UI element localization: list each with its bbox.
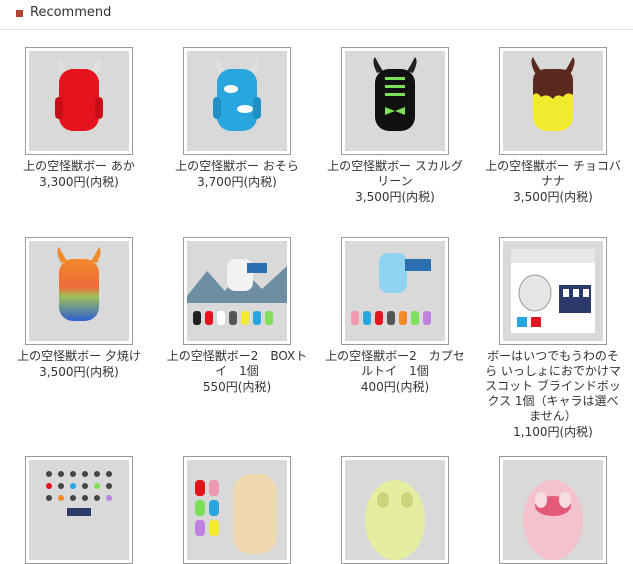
choco-banana-figure-icon	[531, 57, 575, 131]
header-square-icon	[16, 10, 23, 17]
product-image[interactable]	[341, 47, 449, 155]
product-image[interactable]	[341, 456, 449, 564]
product-price: 400円(内税)	[360, 380, 430, 394]
product-image[interactable]	[183, 237, 291, 345]
product-name[interactable]: 上の空怪獣ボー2 カプセルトイ 1個	[320, 349, 470, 379]
product-card[interactable]: 上の空怪獣ボー あか 3,300円(内税)	[4, 47, 154, 190]
product-price: 1,100円(内税)	[513, 425, 593, 439]
red-figure-icon	[55, 57, 103, 131]
product-price: 3,500円(内税)	[513, 190, 593, 204]
product-name[interactable]: 上の空怪獣ボー2 BOXトイ 1個	[162, 349, 312, 379]
product-card[interactable]	[162, 456, 312, 564]
product-image[interactable]	[25, 456, 133, 564]
product-card[interactable]: 上の空怪獣ボー 夕焼け 3,500円(内税)	[4, 237, 154, 380]
product-price: 3,700円(内税)	[197, 175, 277, 189]
skull-figure-icon	[373, 57, 417, 131]
product-name[interactable]: 上の空怪獣ボー あか	[4, 159, 154, 174]
product-image[interactable]	[499, 237, 607, 345]
product-name[interactable]: 上の空怪獣ボー スカルグリーン	[320, 159, 470, 189]
sunset-figure-icon	[57, 247, 101, 321]
product-price: 3,500円(内税)	[355, 190, 435, 204]
product-card[interactable]: 上の空怪獣ボー おそら 3,700円(内税)	[162, 47, 312, 190]
product-image[interactable]	[183, 47, 291, 155]
product-price: 3,500円(内税)	[39, 365, 119, 379]
product-card[interactable]	[320, 456, 470, 564]
product-price: 3,300円(内税)	[39, 175, 119, 189]
nurie-book-icon	[195, 474, 277, 554]
product-card[interactable]	[4, 456, 154, 564]
sofvi-book-icon	[46, 471, 112, 516]
pink-figure-icon	[523, 480, 583, 560]
product-image[interactable]	[341, 237, 449, 345]
product-name[interactable]: 上の空怪獣ボー おそら	[162, 159, 312, 174]
product-image[interactable]	[25, 47, 133, 155]
product-card[interactable]: 上の空怪獣ボー チョコバナナ 3,500円(内税)	[478, 47, 628, 205]
product-image[interactable]	[25, 237, 133, 345]
blue-cloud-figure-icon	[213, 57, 261, 131]
product-image[interactable]	[183, 456, 291, 564]
product-image[interactable]	[499, 456, 607, 564]
product-name[interactable]: ボーはいつでもうわのそら いっしょにおでかけマスコット ブラインドボックス 1個…	[478, 349, 628, 424]
product-card[interactable]: 上の空怪獣ボー2 BOXトイ 1個 550円(内税)	[162, 237, 312, 395]
section-header: Recommend	[0, 0, 633, 30]
blind-box-mascot-icon	[511, 249, 595, 333]
product-card[interactable]: 上の空怪獣ボー2 カプセルトイ 1個 400円(内税)	[320, 237, 470, 395]
capsule-toy-package-icon	[351, 253, 431, 325]
product-card[interactable]: 上の空怪獣ボー スカルグリーン 3,500円(内税)	[320, 47, 470, 205]
product-image[interactable]	[499, 47, 607, 155]
glow-figure-icon	[365, 480, 425, 560]
product-card[interactable]	[478, 456, 628, 564]
product-name[interactable]: 上の空怪獣ボー 夕焼け	[4, 349, 154, 364]
product-price: 550円(内税)	[202, 380, 272, 394]
section-title: Recommend	[30, 5, 112, 20]
product-name[interactable]: 上の空怪獣ボー チョコバナナ	[478, 159, 628, 189]
boxtoy-package-icon	[187, 259, 287, 325]
product-card[interactable]: ボーはいつでもうわのそら いっしょにおでかけマスコット ブラインドボックス 1個…	[478, 237, 628, 440]
